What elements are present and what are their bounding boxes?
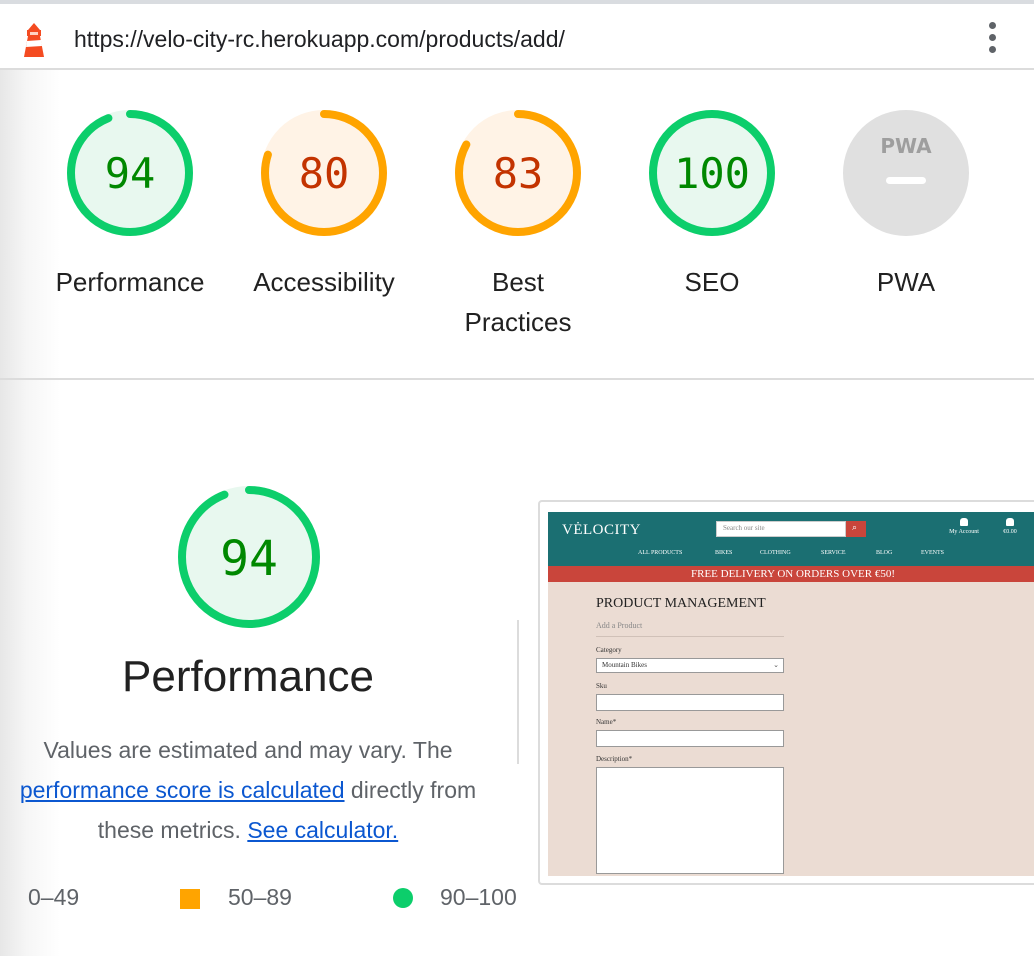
desc-text-2: directly from bbox=[350, 777, 477, 803]
site-sku-label: Sku bbox=[596, 682, 607, 690]
site-account: My Account bbox=[944, 518, 984, 535]
pass-circle-icon bbox=[393, 888, 413, 908]
site-nav-blog: BLOG bbox=[876, 550, 893, 556]
gauge-best-practices[interactable]: 83 Best Practices bbox=[428, 108, 608, 342]
site-name-input bbox=[596, 730, 784, 747]
site-category-select: Mountain Bikes ⌄ bbox=[596, 658, 784, 673]
desc-text-1: Values are estimated and may vary. The bbox=[43, 737, 453, 763]
site-nav-clothing: CLOTHING bbox=[760, 550, 791, 556]
gauge-performance-ring: 94 bbox=[67, 110, 193, 236]
gauge-accessibility-label: Accessibility bbox=[253, 267, 395, 297]
performance-title: Performance bbox=[122, 652, 374, 701]
gauge-accessibility-score: 80 bbox=[299, 149, 350, 198]
gauge-pwa[interactable]: PWA PWA bbox=[816, 108, 996, 302]
vertical-divider bbox=[517, 620, 519, 764]
site-brand: VĖLOCITY bbox=[562, 522, 641, 538]
legend-fail-range: 0–49 bbox=[28, 884, 80, 910]
site-description-label: Description* bbox=[596, 755, 633, 763]
score-legend: 0–49 50–89 90–100 bbox=[0, 880, 530, 920]
legend-pass: 90–100 bbox=[440, 884, 517, 911]
site-sku-input bbox=[596, 694, 784, 711]
address-bar: https://velo-city-rc.herokuapp.com/produ… bbox=[0, 0, 1034, 70]
search-icon: ⌕ bbox=[852, 522, 858, 532]
site-page-subheading: Add a Product bbox=[596, 621, 643, 630]
site-nav-service: SERVICE bbox=[821, 550, 846, 556]
gauge-accessibility[interactable]: 80 Accessibility bbox=[234, 108, 414, 302]
site-nav-events: EVENTS bbox=[921, 550, 944, 556]
legend-pass-range: 90–100 bbox=[440, 884, 517, 910]
pwa-icon: PWA bbox=[880, 134, 932, 158]
see-calculator-link[interactable]: See calculator. bbox=[247, 817, 398, 843]
na-dash-icon bbox=[886, 177, 926, 184]
gauge-seo[interactable]: 100 SEO bbox=[622, 108, 802, 302]
legend-average: 50–89 bbox=[228, 884, 292, 911]
gauge-pwa-ring: PWA bbox=[843, 110, 969, 236]
gauge-best-practices-ring: 83 bbox=[455, 110, 581, 236]
site-nav-bikes: BIKES bbox=[715, 550, 733, 556]
site-account-label: My Account bbox=[949, 529, 979, 535]
gauge-performance[interactable]: 94 Performance bbox=[40, 108, 220, 302]
site-page-heading: PRODUCT MANAGEMENT bbox=[596, 596, 766, 611]
gauge-best-practices-label: Best Practices bbox=[464, 267, 572, 337]
average-square-icon bbox=[180, 889, 200, 909]
performance-description: Values are estimated and may vary. The p… bbox=[0, 730, 496, 850]
url-text[interactable]: https://velo-city-rc.herokuapp.com/produ… bbox=[74, 26, 565, 53]
user-icon bbox=[960, 518, 968, 526]
site-cart: €0.00 bbox=[996, 518, 1024, 535]
lighthouse-icon bbox=[24, 23, 44, 57]
final-screenshot-frame[interactable]: VĖLOCITY Search our site ⌕ My Account €0… bbox=[538, 500, 1034, 885]
legend-average-range: 50–89 bbox=[228, 884, 292, 910]
performance-section: 94 Performance Values are estimated and … bbox=[0, 380, 1034, 956]
site-search-input: Search our site bbox=[716, 521, 846, 537]
gauge-seo-ring: 100 bbox=[649, 110, 775, 236]
desc-text-3: these metrics. bbox=[97, 817, 241, 843]
chevron-down-icon: ⌄ bbox=[773, 661, 779, 669]
more-vertical-icon[interactable] bbox=[980, 22, 1004, 58]
site-hr bbox=[596, 636, 784, 637]
legend-fail: 0–49 bbox=[28, 884, 79, 911]
performance-big-gauge: 94 bbox=[178, 486, 320, 628]
gauge-accessibility-ring: 80 bbox=[261, 110, 387, 236]
performance-big-score: 94 bbox=[220, 531, 278, 587]
site-cart-total: €0.00 bbox=[1003, 529, 1017, 535]
site-banner: FREE DELIVERY ON ORDERS OVER €50! bbox=[548, 566, 1034, 582]
gauge-seo-label: SEO bbox=[684, 267, 740, 297]
gauge-performance-score: 94 bbox=[105, 149, 156, 198]
category-gauges: 94 Performance 80 Accessibility 83 Best … bbox=[0, 72, 1034, 378]
final-screenshot: VĖLOCITY Search our site ⌕ My Account €0… bbox=[548, 512, 1034, 876]
site-nav-all-products: ALL PRODUCTS bbox=[638, 550, 683, 556]
site-search-button: ⌕ bbox=[846, 521, 866, 537]
site-category-value: Mountain Bikes bbox=[602, 661, 647, 669]
gauge-performance-label: Performance bbox=[55, 267, 205, 297]
gauge-seo-score: 100 bbox=[674, 149, 750, 198]
gauge-pwa-label: PWA bbox=[876, 267, 936, 297]
site-header: VĖLOCITY Search our site ⌕ My Account €0… bbox=[548, 512, 1034, 566]
site-category-label: Category bbox=[596, 646, 622, 654]
score-calculated-link[interactable]: performance score is calculated bbox=[20, 777, 345, 803]
bag-icon bbox=[1006, 518, 1014, 526]
site-nav: ALL PRODUCTS BIKES CLOTHING SERVICE BLOG… bbox=[638, 550, 1034, 562]
site-search-placeholder: Search our site bbox=[723, 524, 765, 532]
site-description-textarea bbox=[596, 767, 784, 874]
gauge-best-practices-score: 83 bbox=[493, 149, 544, 198]
site-name-label: Name* bbox=[596, 718, 617, 726]
